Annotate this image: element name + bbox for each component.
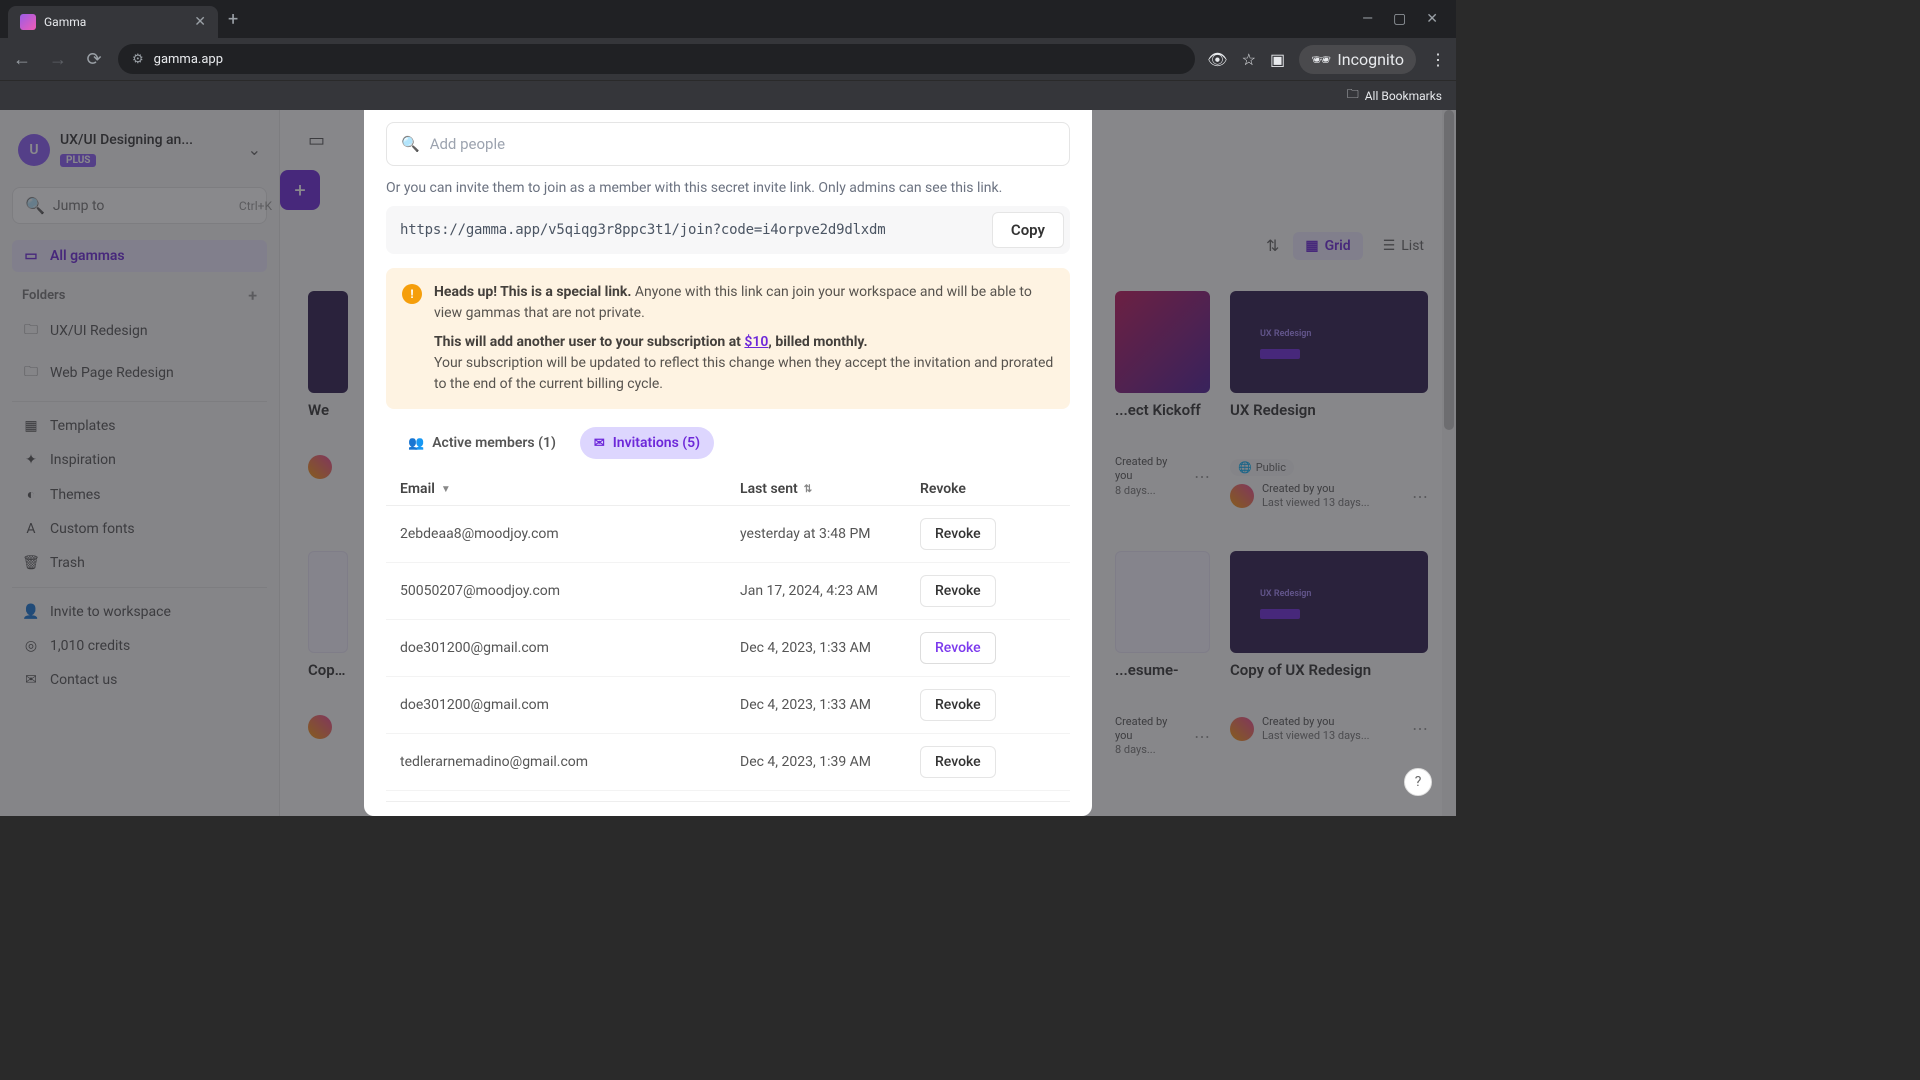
table-row: doe301200@gmail.com Dec 4, 2023, 1:33 AM… bbox=[386, 620, 1070, 677]
cell-email: doe301200@gmail.com bbox=[400, 640, 740, 656]
revoke-button[interactable]: Revoke bbox=[920, 575, 996, 607]
invite-modal: 🔍 Add people Or you can invite them to j… bbox=[364, 110, 1092, 816]
help-button[interactable]: ? bbox=[1404, 768, 1432, 796]
search-icon: 🔍 bbox=[401, 135, 420, 153]
cell-last-sent: Dec 4, 2023, 1:33 AM bbox=[740, 697, 920, 713]
invitations-table: Email▼ Last sent⇅ Revoke 2ebdeaa8@moodjo… bbox=[386, 473, 1070, 791]
tab-invitations[interactable]: ✉Invitations (5) bbox=[580, 427, 714, 459]
cell-email: tedlerarnemadino@gmail.com bbox=[400, 754, 740, 770]
cell-last-sent: Jan 17, 2024, 4:23 AM bbox=[740, 583, 920, 599]
cell-last-sent: Dec 4, 2023, 1:39 AM bbox=[740, 754, 920, 770]
cell-email: 50050207@moodjoy.com bbox=[400, 583, 740, 599]
cell-email: 2ebdeaa8@moodjoy.com bbox=[400, 526, 740, 542]
back-button[interactable]: ← bbox=[10, 49, 34, 70]
address-bar[interactable]: ⚙ gamma.app bbox=[118, 44, 1195, 74]
cell-last-sent: yesterday at 3:48 PM bbox=[740, 526, 920, 542]
minimize-icon[interactable]: — bbox=[1362, 11, 1373, 27]
revoke-button[interactable]: Revoke bbox=[920, 746, 996, 778]
warning-banner: ! Heads up! This is a special link. Anyo… bbox=[386, 268, 1070, 409]
new-tab-button[interactable]: + bbox=[228, 9, 238, 30]
add-people-input[interactable]: 🔍 Add people bbox=[386, 122, 1070, 166]
browser-toolbar: ← → ⟳ ⚙ gamma.app 👁 ☆ ▣ 🕶 Incognito ⋮ bbox=[0, 38, 1456, 80]
maximize-icon[interactable]: ▢ bbox=[1393, 11, 1406, 27]
envelope-icon: ✉ bbox=[594, 436, 605, 451]
revoke-button[interactable]: Revoke bbox=[920, 518, 996, 550]
member-tabs: 👥Active members (1) ✉Invitations (5) bbox=[386, 427, 1070, 459]
folder-icon: 🗀 bbox=[1347, 85, 1359, 106]
reload-button[interactable]: ⟳ bbox=[82, 49, 106, 70]
members-icon: 👥 bbox=[408, 436, 424, 451]
tab-active-members[interactable]: 👥Active members (1) bbox=[394, 427, 570, 459]
invite-link-text[interactable]: https://gamma.app/v5qiqg3r8ppc3t1/join?c… bbox=[400, 222, 982, 238]
sort-icon: ⇅ bbox=[804, 484, 812, 495]
forward-button[interactable]: → bbox=[46, 49, 70, 70]
cell-email: doe301200@gmail.com bbox=[400, 697, 740, 713]
close-window-icon[interactable]: ✕ bbox=[1426, 11, 1438, 27]
gamma-favicon bbox=[20, 14, 36, 30]
column-email[interactable]: Email▼ bbox=[400, 481, 740, 497]
warning-icon: ! bbox=[402, 284, 422, 304]
incognito-badge[interactable]: 🕶 Incognito bbox=[1299, 45, 1416, 74]
table-row: doe301200@gmail.com Dec 4, 2023, 1:33 AM… bbox=[386, 677, 1070, 734]
cell-last-sent: Dec 4, 2023, 1:33 AM bbox=[740, 640, 920, 656]
tracking-icon[interactable]: 👁 bbox=[1207, 50, 1227, 69]
table-row: tedlerarnemadino@gmail.com Dec 4, 2023, … bbox=[386, 734, 1070, 791]
incognito-icon: 🕶 bbox=[1311, 50, 1331, 69]
revoke-button[interactable]: Revoke bbox=[920, 632, 996, 664]
table-row: 50050207@moodjoy.com Jan 17, 2024, 4:23 … bbox=[386, 563, 1070, 620]
all-bookmarks-button[interactable]: All Bookmarks bbox=[1365, 89, 1442, 103]
panel-icon[interactable]: ▣ bbox=[1270, 50, 1285, 69]
browser-tab[interactable]: Gamma ✕ bbox=[8, 6, 218, 38]
revoke-button[interactable]: Revoke bbox=[920, 689, 996, 721]
copy-button[interactable]: Copy bbox=[992, 212, 1064, 248]
site-settings-icon[interactable]: ⚙ bbox=[132, 52, 144, 67]
price-link[interactable]: $10 bbox=[744, 334, 768, 350]
column-revoke: Revoke bbox=[920, 481, 1056, 497]
browser-tab-strip: Gamma ✕ + — ▢ ✕ bbox=[0, 0, 1456, 38]
table-row: 2ebdeaa8@moodjoy.com yesterday at 3:48 P… bbox=[386, 506, 1070, 563]
column-last-sent[interactable]: Last sent⇅ bbox=[740, 481, 920, 497]
invite-link-row: https://gamma.app/v5qiqg3r8ppc3t1/join?c… bbox=[386, 206, 1070, 254]
close-tab-icon[interactable]: ✕ bbox=[194, 14, 206, 30]
sort-down-icon: ▼ bbox=[441, 484, 451, 495]
invite-link-description: Or you can invite them to join as a memb… bbox=[386, 180, 1070, 196]
window-controls: — ▢ ✕ bbox=[1352, 11, 1448, 27]
table-header: Email▼ Last sent⇅ Revoke bbox=[386, 473, 1070, 506]
url-text: gamma.app bbox=[154, 52, 223, 67]
menu-icon[interactable]: ⋮ bbox=[1430, 50, 1446, 69]
modal-footer: PLUS Manage subscription↗ Cancel subscri… bbox=[386, 801, 1070, 816]
tab-title: Gamma bbox=[44, 15, 186, 29]
bookmarks-bar: 🗀 All Bookmarks bbox=[0, 80, 1456, 110]
bookmark-star-icon[interactable]: ☆ bbox=[1242, 50, 1256, 69]
